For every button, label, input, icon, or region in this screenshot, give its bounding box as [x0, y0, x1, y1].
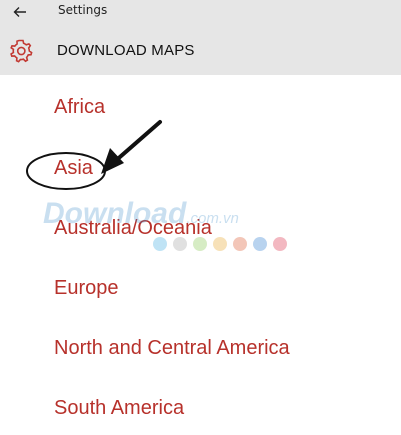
- region-item-south-america[interactable]: South America: [54, 397, 184, 420]
- region-item-africa[interactable]: Africa: [54, 96, 105, 119]
- watermark-dot: [173, 237, 187, 251]
- watermark-dot: [273, 237, 287, 251]
- watermark-dot: [153, 237, 167, 251]
- pointer-arrow-shaft: [111, 120, 162, 165]
- watermark-domain: .com.vn: [186, 210, 239, 227]
- watermark-dot: [233, 237, 247, 251]
- region-item-asia[interactable]: Asia: [54, 157, 93, 180]
- watermark-dots: [153, 237, 287, 251]
- arrow-left-icon: [13, 7, 26, 17]
- back-button[interactable]: [8, 0, 32, 24]
- watermark-dot: [253, 237, 267, 251]
- watermark-dot: [193, 237, 207, 251]
- pointer-arrow-head: [101, 148, 124, 174]
- watermark: Download.com.vn: [43, 197, 239, 231]
- watermark-dot: [213, 237, 227, 251]
- page-title: DOWNLOAD MAPS: [57, 42, 195, 59]
- watermark-brand: Download: [43, 197, 187, 230]
- app-title: Settings: [58, 3, 108, 17]
- region-item-north-central-america[interactable]: North and Central America: [54, 337, 290, 360]
- header-bar: Settings DOWNLOAD MAPS: [0, 0, 401, 75]
- gear-icon: [10, 39, 33, 63]
- region-item-europe[interactable]: Europe: [54, 277, 119, 300]
